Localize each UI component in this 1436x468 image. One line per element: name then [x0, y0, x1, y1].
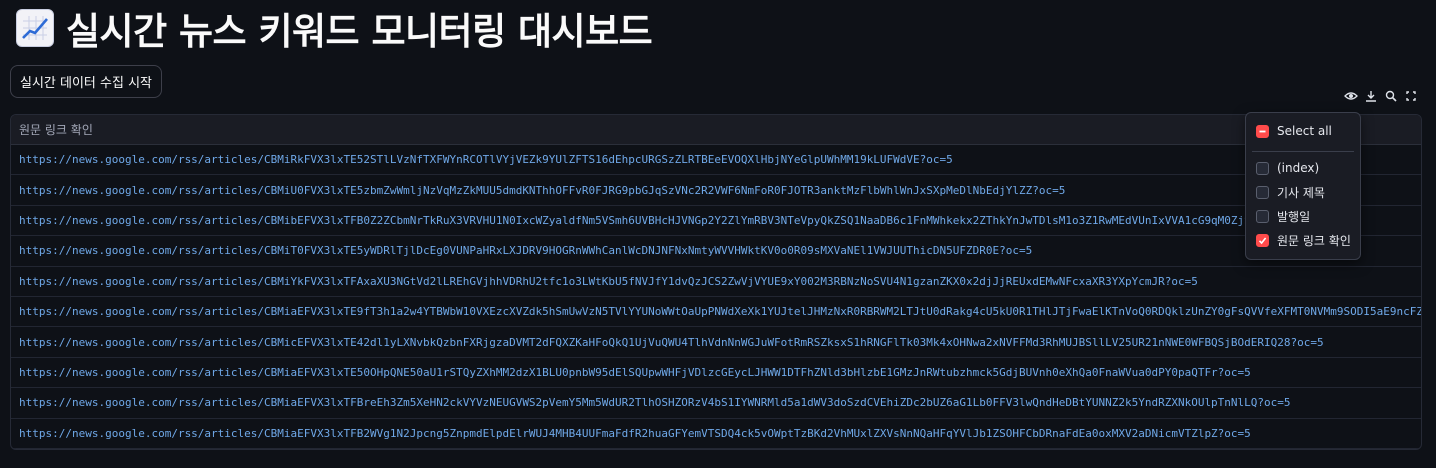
column-header-link[interactable]: 원문 링크 확인	[11, 115, 1421, 145]
download-icon[interactable]	[1364, 89, 1378, 103]
table-row[interactable]: https://news.google.com/rss/articles/CBM…	[11, 175, 1421, 206]
checkbox-icon[interactable]	[1256, 185, 1269, 199]
column-option-label: 발행일	[1277, 209, 1311, 224]
column-option-label: 원문 링크 확인	[1277, 233, 1351, 248]
table-toolbar	[1341, 86, 1421, 106]
checkbox-icon[interactable]	[1256, 209, 1269, 223]
table-row[interactable]: https://news.google.com/rss/articles/CBM…	[11, 419, 1421, 449]
table-row[interactable]: https://news.google.com/rss/articles/CBM…	[11, 358, 1421, 389]
table-row[interactable]: https://news.google.com/rss/articles/CBM…	[11, 388, 1421, 419]
fullscreen-icon[interactable]	[1404, 89, 1418, 103]
table-row[interactable]: https://news.google.com/rss/articles/CBM…	[11, 206, 1421, 237]
column-option-link[interactable]: 원문 링크 확인	[1256, 230, 1351, 250]
start-collection-button[interactable]: 실시간 데이터 수집 시작	[10, 65, 162, 98]
page-title: 실시간 뉴스 키워드 모니터링 대시보드	[66, 10, 653, 53]
checked-checkbox-icon[interactable]	[1256, 233, 1269, 247]
indeterminate-checkbox-icon[interactable]	[1256, 124, 1269, 138]
page-title-bar: 실시간 뉴스 키워드 모니터링 대시보드	[16, 8, 653, 53]
table-row[interactable]: https://news.google.com/rss/articles/CBM…	[11, 145, 1421, 176]
data-table: 원문 링크 확인 https://news.google.com/rss/art…	[10, 114, 1422, 450]
table-row[interactable]: https://news.google.com/rss/articles/CBM…	[11, 236, 1421, 267]
table-row[interactable]: https://news.google.com/rss/articles/CBM…	[11, 267, 1421, 297]
menu-divider	[1252, 151, 1354, 152]
column-option-title[interactable]: 기사 제목	[1256, 182, 1325, 202]
checkbox-icon[interactable]	[1256, 161, 1269, 175]
table-row[interactable]: https://news.google.com/rss/articles/CBM…	[11, 327, 1421, 358]
eye-icon[interactable]	[1344, 89, 1358, 103]
select-all-option[interactable]: Select all	[1256, 121, 1332, 141]
select-all-label: Select all	[1277, 124, 1332, 138]
table-row[interactable]: https://news.google.com/rss/articles/CBM…	[11, 297, 1421, 328]
column-option-label: (index)	[1277, 161, 1320, 175]
column-option-index[interactable]: (index)	[1256, 158, 1319, 178]
search-icon[interactable]	[1384, 89, 1398, 103]
column-option-date[interactable]: 발행일	[1256, 206, 1310, 226]
chart-increasing-icon	[16, 9, 54, 47]
column-option-label: 기사 제목	[1277, 185, 1325, 200]
column-visibility-menu: Select all (index) 기사 제목 발행일 원문 링크 확인	[1245, 112, 1361, 260]
